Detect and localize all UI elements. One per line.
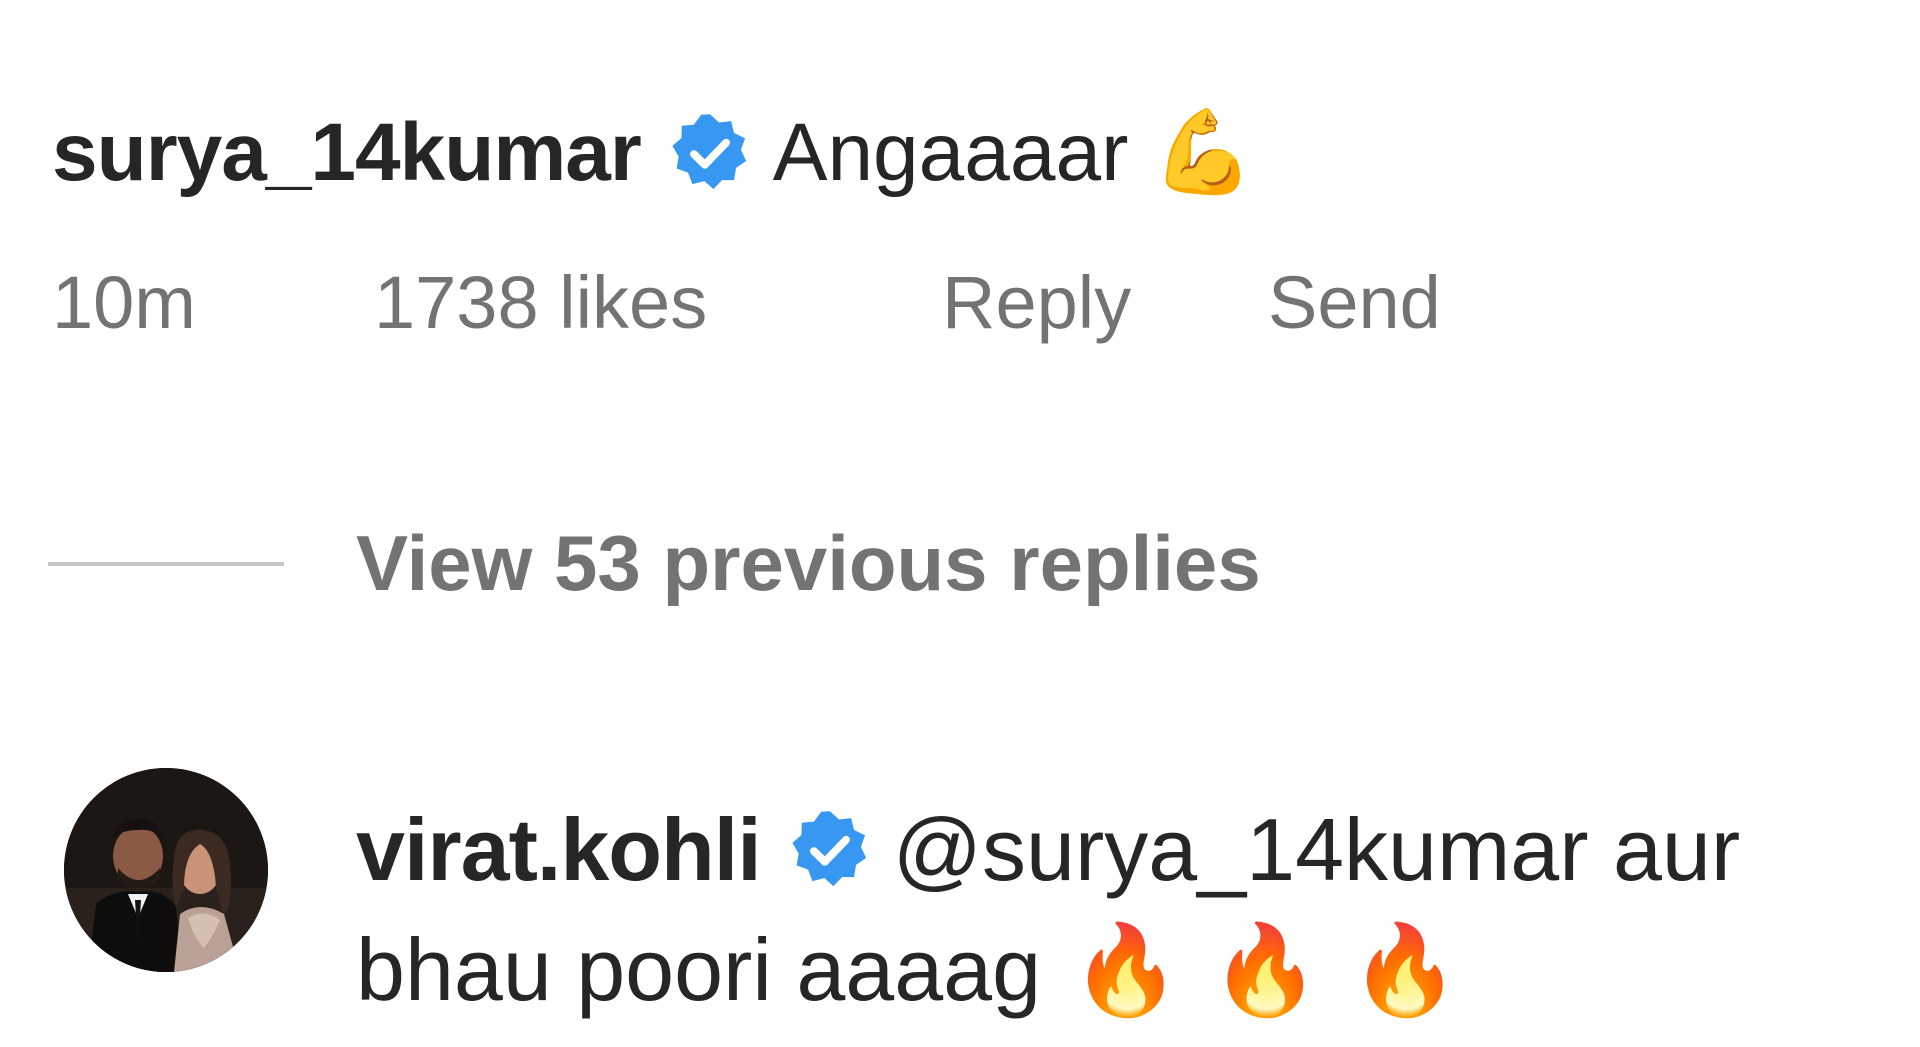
reply-button[interactable]: Reply	[942, 260, 1268, 345]
reply-mention-text[interactable]: @surya_14kumar aur	[893, 790, 1740, 910]
reply-username[interactable]: virat.kohli	[356, 790, 762, 910]
comment-text: Angaaaar	[772, 107, 1129, 198]
verified-badge-icon	[672, 114, 746, 190]
reply-line-2: bhau poori aaaag 🔥 🔥 🔥	[356, 910, 1740, 1030]
reply-line-1: virat.kohli @surya_14kumar aur	[356, 790, 1740, 910]
view-previous-replies-label: View 53 previous replies	[356, 519, 1261, 607]
fire-icon: 🔥	[1350, 918, 1460, 1021]
comment-timestamp: 10m	[52, 261, 196, 344]
replies-divider-line	[48, 561, 284, 566]
fire-icon: 🔥	[1210, 918, 1321, 1021]
comment-header: surya_14kumar Angaaaar 💪	[52, 98, 1872, 208]
fire-icon: 🔥	[1071, 918, 1181, 1021]
reply-comment: virat.kohli @surya_14kumar aur bhau poor…	[64, 768, 1740, 1030]
comment: surya_14kumar Angaaaar 💪 10m 1738 likes …	[52, 98, 1872, 345]
reply-text: bhau poori aaaag	[356, 920, 1042, 1019]
avatar[interactable]	[64, 768, 268, 972]
verified-badge-icon	[792, 811, 866, 887]
flexed-biceps-icon: 💪	[1152, 105, 1255, 200]
send-button[interactable]: Send	[1268, 260, 1441, 345]
comment-meta: 10m 1738 likes Reply Send	[52, 260, 1872, 345]
comment-likes-count[interactable]: 1738 likes	[374, 260, 942, 345]
comment-username[interactable]: surya_14kumar	[52, 98, 642, 208]
view-previous-replies-button[interactable]: View 53 previous replies	[48, 518, 1261, 609]
avatar-photo-icon	[64, 768, 268, 972]
reply-body: virat.kohli @surya_14kumar aur bhau poor…	[356, 790, 1740, 1030]
